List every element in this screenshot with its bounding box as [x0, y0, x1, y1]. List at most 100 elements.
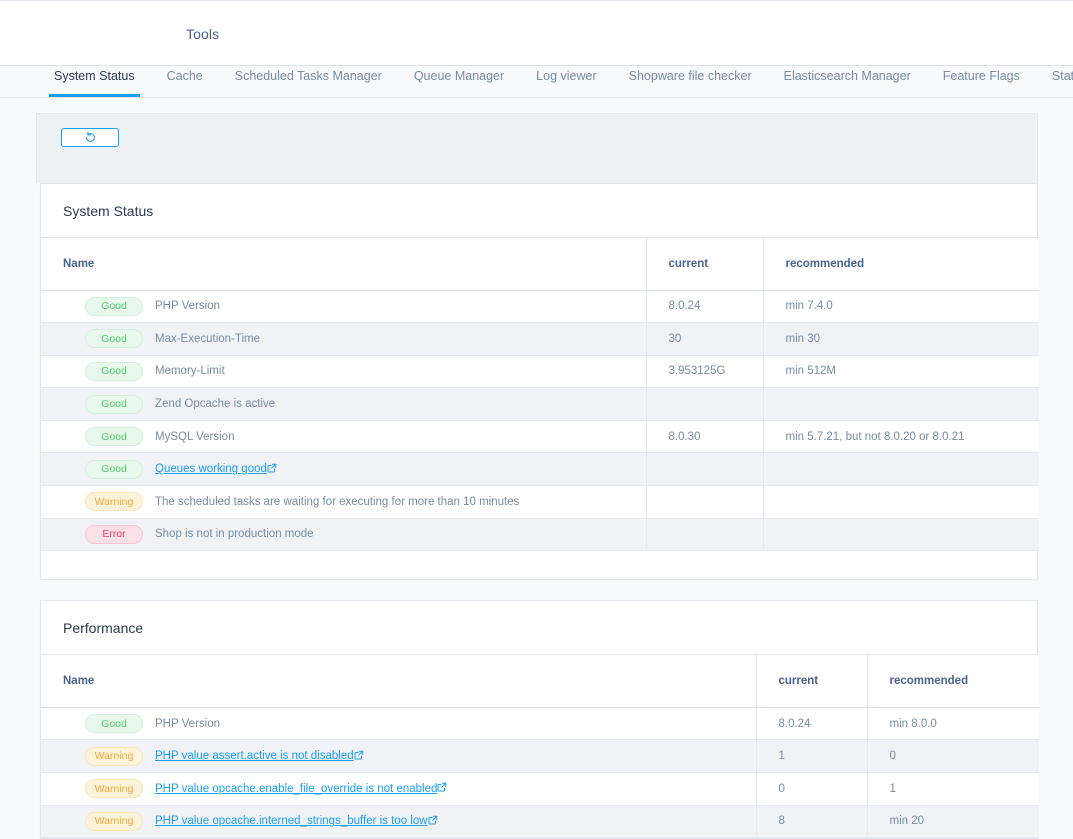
- current-cell: 3.953125G: [646, 355, 763, 388]
- current-cell: 8: [756, 805, 867, 838]
- table-row: Error Shop is not in production mode: [41, 518, 1039, 551]
- status-badge: Good: [85, 329, 143, 348]
- table-row: GoodPHP Version8.0.24min 7.4.0: [41, 290, 1039, 323]
- recommended-cell: min 30: [763, 323, 1039, 356]
- row-link[interactable]: PHP value opcache.interned_strings_buffe…: [155, 815, 428, 827]
- status-badge: Error: [85, 525, 143, 544]
- tab-bar: System StatusCacheScheduled Tasks Manage…: [0, 66, 1073, 98]
- performance-col-name: Name: [41, 655, 756, 707]
- tab-feature-flags[interactable]: Feature Flags: [927, 66, 1036, 97]
- status-badge: Good: [85, 460, 143, 479]
- table-row: Good Memory-Limit 3.953125Gmin 512M: [41, 355, 1039, 388]
- card-footer-space: [41, 551, 1037, 579]
- name-cell: Good Memory-Limit: [41, 355, 646, 388]
- system-status-table: Namecurrentrecommended GoodPHP Version8.…: [41, 238, 1039, 551]
- table-row: WarningThe scheduled tasks are waiting f…: [41, 486, 1039, 519]
- table-row: Good Zend Opcache is active: [41, 388, 1039, 421]
- tab-state-machine-viewer[interactable]: State Machine Viewer: [1036, 66, 1073, 97]
- name-cell: Good Zend Opcache is active: [41, 388, 646, 421]
- current-cell: [646, 518, 763, 551]
- name-cell: Warning PHP value opcache.enable_file_ove…: [41, 772, 756, 805]
- name-wrapper: Good Memory-Limit: [63, 362, 646, 381]
- name-wrapper: Good Queues working good: [63, 460, 646, 479]
- status-badge: Good: [85, 427, 143, 446]
- system-status-col-current: current: [646, 238, 763, 290]
- table-row: GoodPHP Version8.0.24min 8.0.0: [41, 707, 1039, 740]
- status-badge: Warning: [85, 779, 143, 798]
- row-link[interactable]: PHP value assert.active is not disabled: [155, 750, 354, 762]
- name-wrapper: Error Shop is not in production mode: [63, 525, 646, 544]
- table-row: Warning PHP value opcache.enable_file_ove…: [41, 772, 1039, 805]
- tab-queue-manager[interactable]: Queue Manager: [398, 66, 520, 97]
- refresh-button[interactable]: [61, 128, 119, 147]
- row-label: Shop is not in production mode: [155, 528, 314, 540]
- current-cell: 8.0.24: [756, 707, 867, 740]
- external-link-icon: [267, 463, 277, 476]
- table-header-row: Namecurrentrecommended: [41, 238, 1039, 290]
- performance-col-current: current: [756, 655, 867, 707]
- name-wrapper: GoodPHP Version: [63, 297, 646, 316]
- performance-card: Performance Namecurrentrecommended GoodP…: [40, 600, 1038, 839]
- table-row: Warning PHP value assert.active is not di…: [41, 740, 1039, 773]
- name-cell: Warning PHP value opcache.interned_string…: [41, 805, 756, 838]
- recommended-cell: [763, 453, 1039, 486]
- recommended-cell: min 512M: [763, 355, 1039, 388]
- performance-title: Performance: [41, 601, 1037, 655]
- table-row: GoodMax-Execution-Time30min 30: [41, 323, 1039, 356]
- content-area: System Status Namecurrentrecommended Goo…: [36, 113, 1038, 839]
- recommended-cell: [763, 486, 1039, 519]
- current-cell: [646, 388, 763, 421]
- row-label: PHP Version: [155, 718, 220, 730]
- current-cell: 8.0.24: [646, 290, 763, 323]
- recommended-cell: [763, 518, 1039, 551]
- status-badge: Warning: [85, 812, 143, 831]
- recommended-cell: 0: [867, 740, 1039, 773]
- page-title: Tools: [186, 26, 219, 42]
- external-link-icon: [428, 815, 438, 828]
- name-wrapper: Warning PHP value opcache.interned_string…: [63, 812, 756, 831]
- name-cell: Warning PHP value assert.active is not di…: [41, 740, 756, 773]
- name-cell: WarningThe scheduled tasks are waiting f…: [41, 486, 646, 519]
- name-cell: Error Shop is not in production mode: [41, 518, 646, 551]
- row-link[interactable]: Queues working good: [155, 463, 267, 475]
- status-badge: Warning: [85, 492, 143, 511]
- tab-elasticsearch-manager[interactable]: Elasticsearch Manager: [768, 66, 927, 97]
- row-label: PHP Version: [155, 300, 220, 312]
- status-badge: Good: [85, 395, 143, 414]
- name-cell: GoodMySQL Version: [41, 420, 646, 453]
- performance-table: Namecurrentrecommended GoodPHP Version8.…: [41, 655, 1039, 838]
- name-wrapper: Good Max-Execution-Time: [63, 329, 646, 348]
- name-wrapper: WarningThe scheduled tasks are waiting f…: [63, 492, 646, 511]
- recommended-cell: min 8.0.0: [867, 707, 1039, 740]
- table-row: Good Queues working good: [41, 453, 1039, 486]
- top-bar: Tools: [0, 0, 1073, 66]
- row-link[interactable]: PHP value opcache.enable_file_override i…: [155, 783, 437, 795]
- name-wrapper: GoodPHP Version: [63, 714, 756, 733]
- table-header-row: Namecurrentrecommended: [41, 655, 1039, 707]
- system-status-title: System Status: [41, 184, 1037, 238]
- current-cell: 0: [756, 772, 867, 805]
- current-cell: [646, 486, 763, 519]
- status-badge: Warning: [85, 747, 143, 766]
- tab-log-viewer[interactable]: Log viewer: [520, 66, 612, 97]
- row-label: Memory-Limit: [155, 365, 225, 377]
- row-label: Max-Execution-Time: [155, 333, 260, 345]
- external-link-icon: [354, 750, 364, 763]
- tab-cache[interactable]: Cache: [151, 66, 219, 97]
- current-cell: [646, 453, 763, 486]
- table-row: GoodMySQL Version8.0.30min 5.7.21, but n…: [41, 420, 1039, 453]
- row-label: Zend Opcache is active: [155, 398, 275, 410]
- refresh-icon: [84, 131, 97, 144]
- status-badge: Good: [85, 362, 143, 381]
- current-cell: 1: [756, 740, 867, 773]
- current-cell: 8.0.30: [646, 420, 763, 453]
- name-cell: Good Max-Execution-Time: [41, 323, 646, 356]
- card-gap: [36, 580, 1038, 600]
- recommended-cell: min 20: [867, 805, 1039, 838]
- name-wrapper: GoodMySQL Version: [63, 427, 646, 446]
- name-cell: GoodPHP Version: [41, 707, 756, 740]
- tab-shopware-file-checker[interactable]: Shopware file checker: [613, 66, 768, 97]
- external-link-icon: [437, 782, 447, 795]
- tab-scheduled-tasks-manager[interactable]: Scheduled Tasks Manager: [219, 66, 398, 97]
- tab-system-status[interactable]: System Status: [38, 66, 151, 97]
